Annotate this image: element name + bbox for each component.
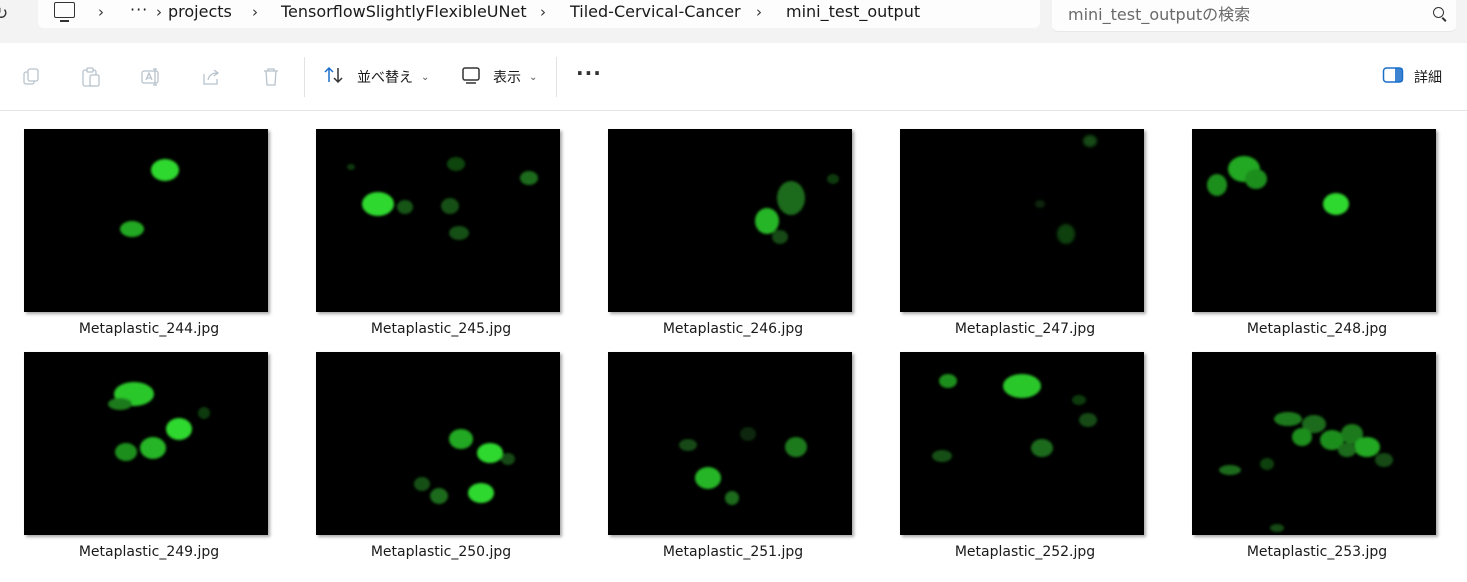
file-item[interactable]: Metaplastic_244.jpg [24, 129, 270, 349]
search-box[interactable] [1052, 0, 1456, 32]
breadcrumb-item-unet[interactable]: TensorflowSlightlyFlexibleUNet [281, 2, 527, 21]
chevron-down-icon: ⌄ [421, 71, 430, 83]
file-name[interactable]: Metaplastic_246.jpg [608, 321, 858, 337]
search-icon[interactable] [1433, 7, 1444, 18]
file-thumbnail [316, 352, 560, 535]
file-item[interactable]: Metaplastic_248.jpg [1192, 129, 1438, 349]
chevron-right-icon[interactable]: › [252, 3, 258, 21]
file-item[interactable]: Metaplastic_245.jpg [316, 129, 562, 349]
toolbar-divider [556, 57, 557, 97]
breadcrumb-item-tiled[interactable]: Tiled-Cervical-Cancer [570, 2, 741, 21]
file-name[interactable]: Metaplastic_251.jpg [608, 544, 858, 560]
file-thumbnail [1192, 352, 1436, 535]
sort-label: 並べ替え [357, 70, 413, 86]
file-item[interactable]: Metaplastic_250.jpg [316, 352, 562, 572]
breadcrumb-overflow[interactable]: ··· [130, 0, 148, 19]
file-item[interactable]: Metaplastic_252.jpg [900, 352, 1146, 572]
file-thumbnail [24, 352, 268, 535]
breadcrumb-item-projects[interactable]: projects [168, 2, 232, 21]
details-pane-button[interactable]: 詳細 [1382, 66, 1442, 88]
command-bar: 並べ替え ⌄ 表示 ⌄ ··· 詳細 [0, 43, 1467, 111]
delete-icon[interactable] [260, 66, 282, 88]
more-options-icon[interactable]: ··· [576, 61, 602, 85]
computer-icon[interactable] [54, 2, 75, 22]
file-thumbnail [900, 352, 1144, 535]
file-name[interactable]: Metaplastic_247.jpg [900, 321, 1150, 337]
breadcrumb-item-current[interactable]: mini_test_output [786, 2, 920, 21]
chevron-right-icon[interactable]: › [98, 3, 104, 21]
file-grid: Metaplastic_244.jpg Metaplastic_245.jpg [0, 111, 1467, 582]
view-button[interactable]: 表示 ⌄ [461, 63, 537, 91]
file-item[interactable]: Metaplastic_253.jpg [1192, 352, 1438, 572]
sort-icon [323, 64, 345, 90]
paste-icon[interactable] [80, 66, 102, 88]
chevron-right-icon[interactable]: › [540, 3, 546, 21]
file-name[interactable]: Metaplastic_248.jpg [1192, 321, 1442, 337]
file-name[interactable]: Metaplastic_244.jpg [24, 321, 274, 337]
breadcrumb[interactable]: › ··· › projects › TensorflowSlightlyFle… [38, 0, 1040, 28]
details-pane-icon [1382, 66, 1404, 88]
search-input[interactable] [1066, 2, 1410, 26]
file-thumbnail [608, 129, 852, 312]
file-thumbnail [24, 129, 268, 312]
file-thumbnail [1192, 129, 1436, 312]
file-thumbnail [608, 352, 852, 535]
file-name[interactable]: Metaplastic_249.jpg [24, 544, 274, 560]
details-label: 詳細 [1414, 70, 1442, 86]
file-item[interactable]: Metaplastic_246.jpg [608, 129, 854, 349]
file-thumbnail [316, 129, 560, 312]
share-icon[interactable] [200, 66, 222, 88]
file-item[interactable]: Metaplastic_249.jpg [24, 352, 270, 572]
file-item[interactable]: Metaplastic_247.jpg [900, 129, 1146, 349]
chevron-right-icon[interactable]: › [756, 3, 762, 21]
file-item[interactable]: Metaplastic_251.jpg [608, 352, 854, 572]
chevron-right-icon[interactable]: › [156, 3, 162, 21]
rename-icon[interactable] [140, 66, 162, 88]
refresh-icon[interactable]: ↻ [0, 4, 8, 24]
file-thumbnail [900, 129, 1144, 312]
file-name[interactable]: Metaplastic_252.jpg [900, 544, 1150, 560]
file-name[interactable]: Metaplastic_245.jpg [316, 321, 566, 337]
chevron-down-icon: ⌄ [529, 71, 538, 83]
copy-icon[interactable] [20, 66, 42, 88]
file-name[interactable]: Metaplastic_253.jpg [1192, 544, 1442, 560]
toolbar-divider [304, 57, 305, 97]
file-name[interactable]: Metaplastic_250.jpg [316, 544, 566, 560]
view-label: 表示 [493, 70, 521, 86]
address-bar-row: ↻ › ··· › projects › TensorflowSlightlyF… [0, 0, 1467, 43]
sort-button[interactable]: 並べ替え ⌄ [323, 63, 429, 91]
view-icon [461, 65, 481, 89]
